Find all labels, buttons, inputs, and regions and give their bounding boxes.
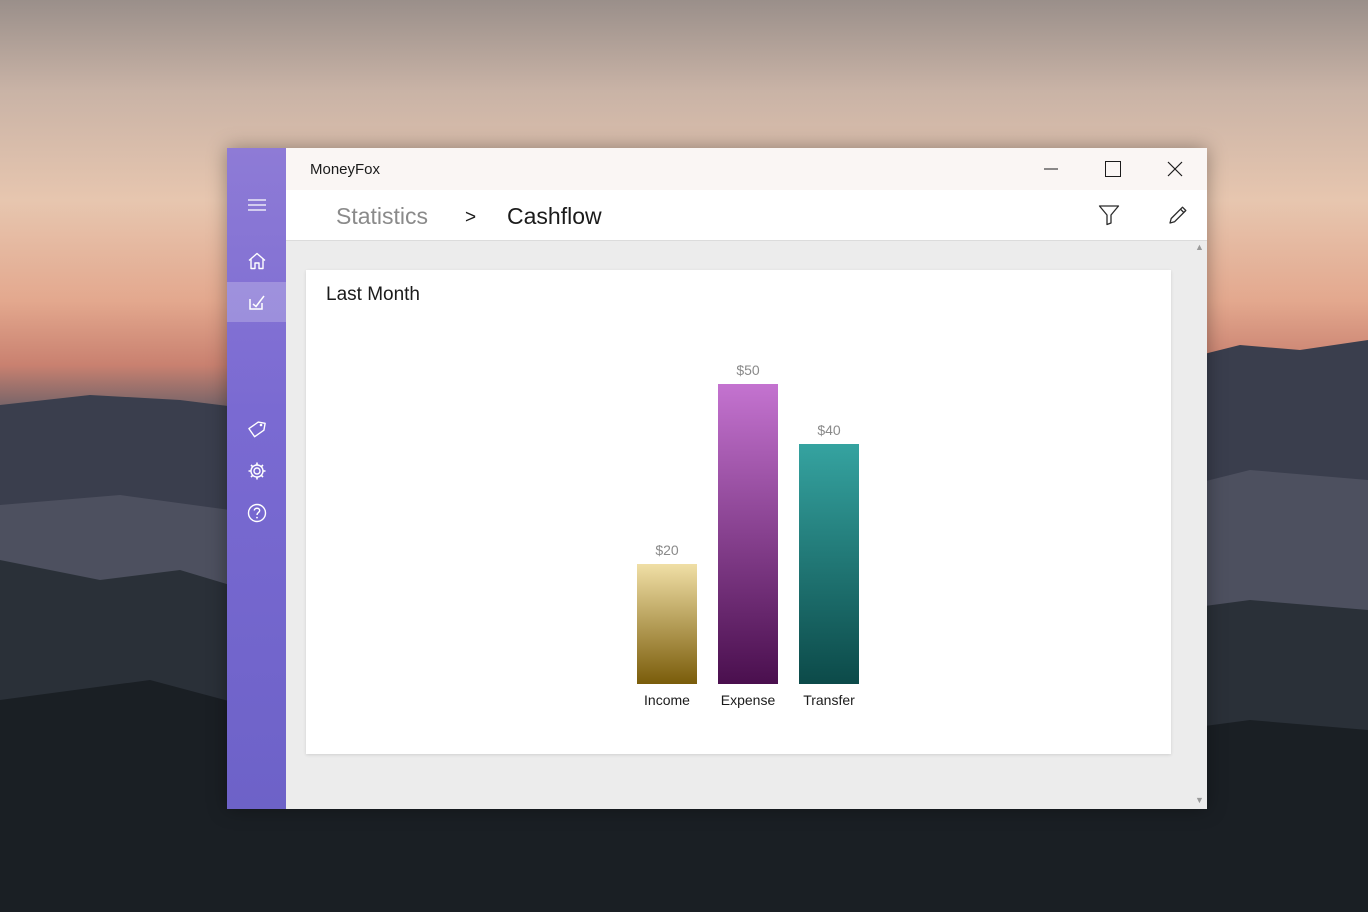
close-button[interactable] <box>1144 148 1206 190</box>
scroll-down-icon[interactable]: ▼ <box>1195 795 1204 805</box>
app-title: MoneyFox <box>310 161 381 178</box>
nav-home-button[interactable] <box>227 241 286 281</box>
nav-help-button[interactable] <box>227 493 286 533</box>
moneyfox-window: MoneyFox Statistics > Cashflow Last Mont… <box>227 148 1207 809</box>
breadcrumb-separator: > <box>465 207 477 228</box>
filter-icon <box>1098 205 1120 226</box>
maximize-icon <box>1105 161 1121 177</box>
nav-statistics-button[interactable] <box>227 282 286 322</box>
bar-transfer <box>799 444 859 684</box>
help-icon <box>247 503 266 523</box>
cashflow-card: Last Month $20 Income $50 Expense $40 Transfe… <box>306 270 1171 754</box>
cashflow-bar-chart: $20 Income $50 Expense $40 Transfer <box>637 362 859 708</box>
filter-button[interactable] <box>1089 198 1129 232</box>
hamburger-menu-button[interactable] <box>227 185 286 225</box>
category-label-income: Income <box>644 692 690 708</box>
page-header: Statistics > Cashflow <box>286 190 1207 241</box>
scroll-up-icon[interactable]: ▲ <box>1195 242 1204 252</box>
page-title: Cashflow <box>507 203 602 229</box>
hamburger-icon <box>247 199 266 211</box>
value-label-income: $20 <box>655 542 679 558</box>
gear-icon <box>248 462 265 480</box>
value-label-expense: $50 <box>736 362 760 378</box>
pencil-icon <box>1169 206 1187 224</box>
title-bar[interactable]: MoneyFox <box>286 148 1207 190</box>
vertical-scrollbar[interactable]: ▲ ▼ <box>1192 240 1207 809</box>
nav-categories-button[interactable] <box>227 409 286 449</box>
home-icon <box>248 252 265 270</box>
statistics-icon <box>248 295 265 310</box>
bar-expense <box>718 384 778 684</box>
nav-settings-button[interactable] <box>227 451 286 491</box>
category-label-expense: Expense <box>721 692 776 708</box>
minimize-icon <box>1044 168 1058 170</box>
close-icon <box>1167 161 1183 177</box>
breadcrumb-statistics[interactable]: Statistics <box>336 203 428 230</box>
minimize-button[interactable] <box>1020 148 1082 190</box>
bar-income <box>637 564 697 684</box>
value-label-transfer: $40 <box>817 422 841 438</box>
tag-icon <box>247 421 266 438</box>
category-label-transfer: Transfer <box>803 692 855 708</box>
edit-button[interactable] <box>1158 198 1198 232</box>
navigation-pane <box>227 148 286 809</box>
maximize-button[interactable] <box>1082 148 1144 190</box>
